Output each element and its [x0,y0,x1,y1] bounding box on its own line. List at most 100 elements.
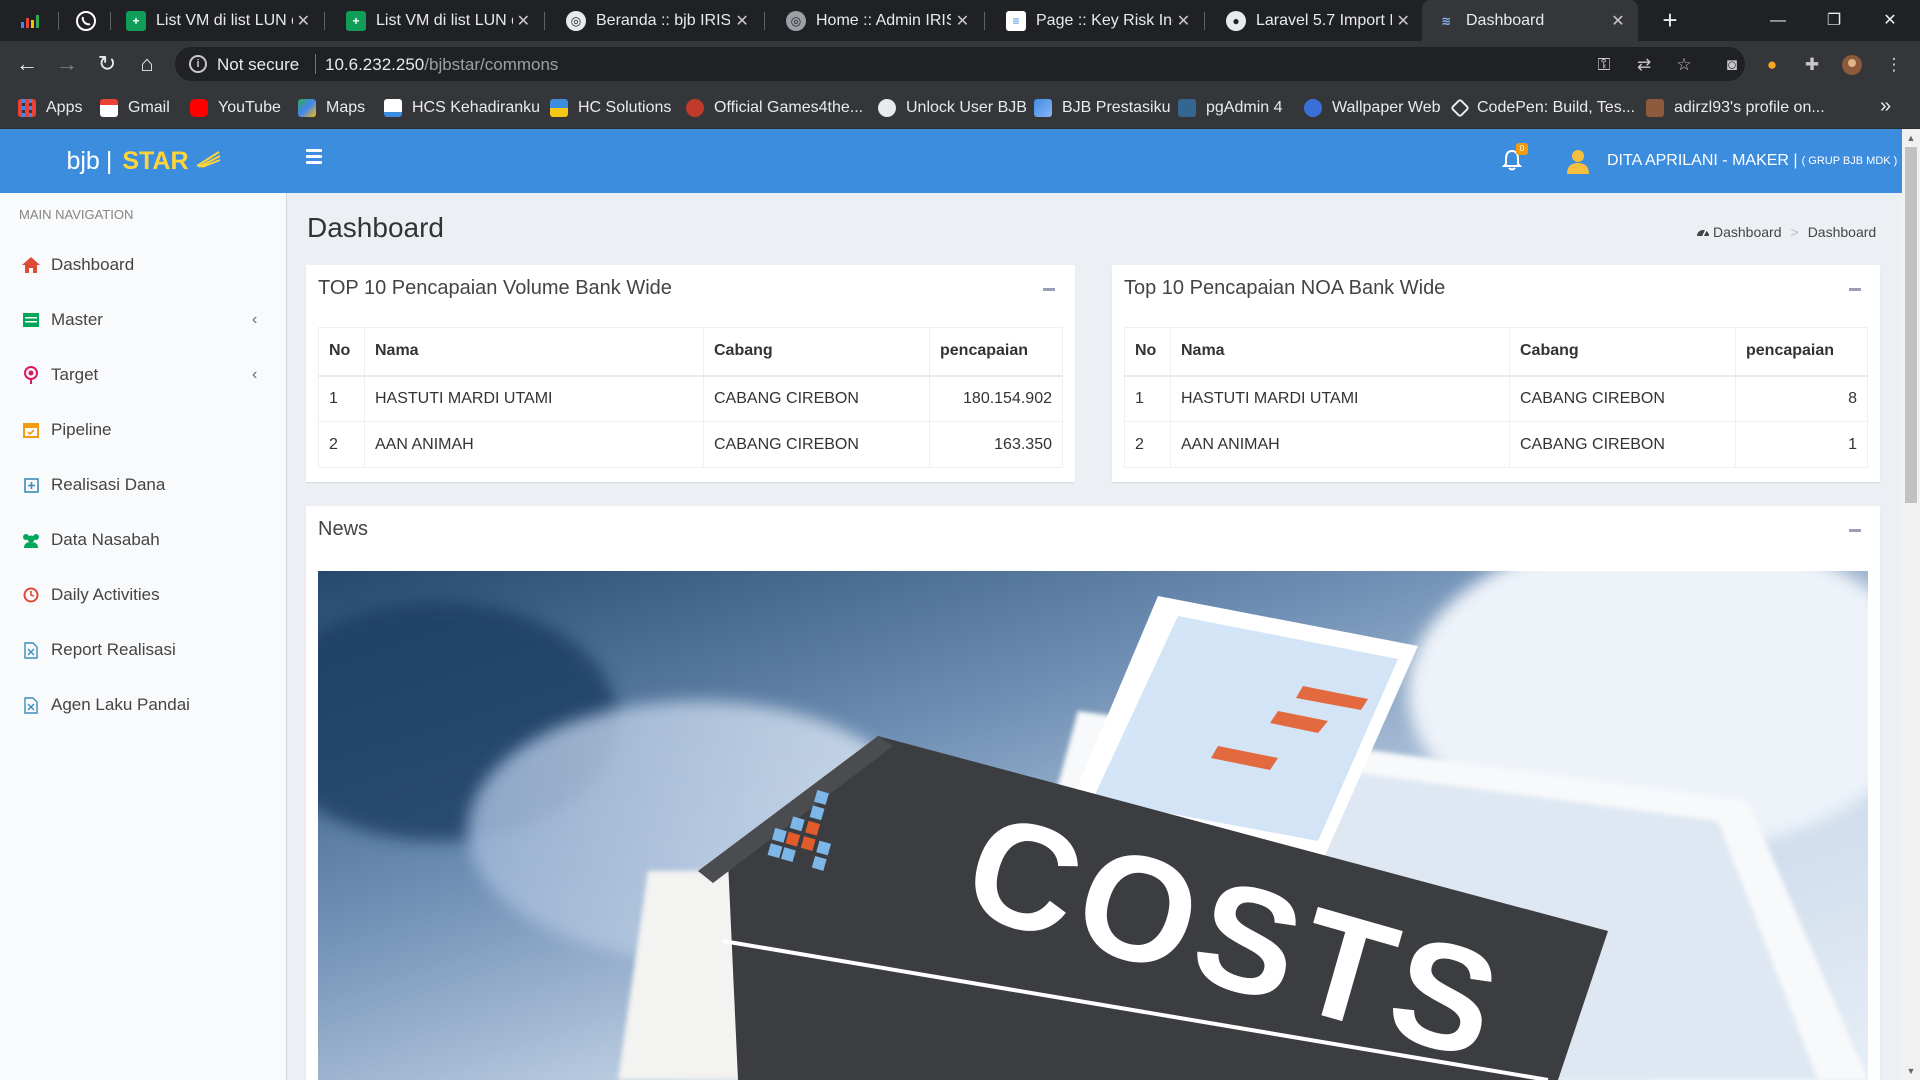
star-icon[interactable]: ☆ [1673,54,1695,76]
camera-icon[interactable]: ◙ [1721,54,1743,76]
page-title: Dashboard [307,212,444,243]
bookmarks-overflow-button[interactable]: » [1880,95,1891,118]
table-cell: 8 [1735,375,1868,422]
profile-avatar[interactable] [1841,54,1863,76]
noa-table: No Nama Cabang pencapaian 1 HASTUTI MARD… [1124,327,1868,468]
menu-icon[interactable]: ⋮ [1883,54,1905,76]
sidebar-item-label: Pipeline [51,420,112,439]
chevron-left-icon: ‹ [252,311,258,328]
close-icon[interactable]: ✕ [1606,11,1630,31]
bookmark-label: YouTube [218,99,281,116]
app-logo[interactable]: bjb | STAR [0,129,287,193]
collapse-box-button[interactable] [1849,529,1861,532]
user-name: DITA APRILANI - MAKER | [1607,152,1798,169]
new-tab-button[interactable]: + [1655,6,1685,36]
table-cell: HASTUTI MARDI UTAMI [364,375,704,422]
scrollbar-thumb[interactable] [1905,147,1917,503]
close-icon[interactable]: ✕ [1392,11,1414,31]
forward-button[interactable]: → [52,49,82,79]
close-icon[interactable]: ✕ [1173,11,1194,31]
bookmark-games4the[interactable]: Official Games4the... [686,97,863,119]
notifications-button[interactable]: 0 [1501,143,1528,173]
bookmark-unlock-user[interactable]: Unlock User BJB [878,97,1027,119]
sidebar-item-data-nasabah[interactable]: Data Nasabah [0,520,286,560]
scroll-up-icon[interactable]: ▲ [1906,133,1916,143]
user-group: ( GRUP BJB MDK ) [1801,155,1898,167]
scroll-down-icon[interactable]: ▼ [1906,1066,1916,1076]
breadcrumb-link[interactable]: Dashboard [1713,224,1782,240]
tab-key-risk[interactable]: ≡ Page :: Key Risk Indik ✕ [992,0,1202,41]
apps-grid-icon [18,99,36,117]
close-icon[interactable]: ✕ [730,11,754,31]
table-cell: CABANG CIREBON [703,421,930,468]
bookmark-apps[interactable]: Apps [18,97,82,119]
tab-title: Page :: Key Risk Indik [1036,11,1173,29]
sidebar-item-pipeline[interactable]: Pipeline [0,410,286,450]
chevron-left-icon: ‹ [252,366,258,383]
bookmark-hcs-kehadiranku[interactable]: HCS Kehadiranku [384,97,540,119]
bookmark-maps[interactable]: Maps [298,97,365,119]
sidebar-item-daily-activities[interactable]: Daily Activities [0,575,286,615]
bookmark-bjb-prestasiku[interactable]: BJB Prestasiku [1034,97,1170,119]
file-excel-icon [21,640,41,660]
tab-beranda-iris[interactable]: ◎ Beranda :: bjb IRIS ✕ [552,0,762,41]
pinned-tab-chart[interactable] [6,0,54,41]
sidebar-item-dashboard[interactable]: Dashboard [0,245,286,285]
collapse-box-button[interactable] [1043,288,1055,291]
tab-title: List VM di list LUN da [156,11,293,29]
close-icon[interactable]: ✕ [951,11,974,31]
calendar-icon [21,420,41,440]
table-icon [21,310,41,330]
restore-button[interactable]: ❐ [1806,0,1862,41]
tab-list-vm-1[interactable]: + List VM di list LUN da ✕ [112,0,322,41]
sidebar-item-master[interactable]: Master ‹ [0,300,286,340]
sidebar-item-report-realisasi[interactable]: Report Realisasi [0,630,286,670]
user-menu[interactable]: DITA APRILANI - MAKER | ( GRUP BJB MDK ) [1565,147,1897,175]
extensions-icon[interactable]: ✚ [1801,54,1823,76]
info-icon[interactable]: i [189,55,207,73]
page-scrollbar[interactable]: ▲ ▼ [1902,129,1920,1080]
bookmark-label: adirzl93's profile on... [1674,99,1825,116]
breadcrumb: Dashboard > Dashboard [1696,224,1876,240]
key-icon[interactable]: ⚿ [1593,54,1615,76]
sidebar-toggle-button[interactable] [306,149,322,173]
news-image[interactable]: COSTS [318,571,1868,1080]
sidebar-item-agen-laku-pandai[interactable]: Agen Laku Pandai [0,685,286,725]
home-button[interactable]: ⌂ [132,49,162,79]
bookmark-gmail[interactable]: Gmail [100,97,170,119]
tab-admin-iris[interactable]: ◎ Home :: Admin IRIS ✕ [772,0,982,41]
logo-star: STAR [122,146,189,175]
bookmark-youtube[interactable]: YouTube [190,97,281,119]
tab-title: Home :: Admin IRIS [816,11,951,29]
cookie-icon[interactable]: ● [1761,54,1783,76]
reload-button[interactable]: ↻ [92,49,122,79]
sidebar-item-target[interactable]: Target ‹ [0,355,286,395]
back-button[interactable]: ← [12,49,42,79]
tab-list-vm-2[interactable]: + List VM di list LUN da ✕ [332,0,542,41]
globe-favicon-icon: ◎ [566,10,586,31]
close-icon[interactable]: ✕ [293,11,314,31]
tab-dashboard-active[interactable]: ≋ Dashboard ✕ [1422,0,1638,41]
table-cell: 2 [318,421,365,468]
table-cell: HASTUTI MARDI UTAMI [1170,375,1510,422]
table-header-row: No Nama Cabang pencapaian [1124,327,1868,377]
minimize-button[interactable]: — [1750,0,1806,41]
bookmark-adirzl93[interactable]: adirzl93's profile on... [1646,97,1825,119]
bookmark-pgadmin[interactable]: pgAdmin 4 [1178,97,1283,119]
bookmark-hc-solutions[interactable]: HC Solutions [550,97,671,119]
sidebar-item-realisasi-dana[interactable]: Realisasi Dana [0,465,286,505]
bookmark-label: CodePen: Build, Tes... [1477,99,1636,116]
logo-wing-icon [195,148,221,174]
close-icon[interactable]: ✕ [513,11,534,31]
bookmark-codepen[interactable]: CodePen: Build, Tes... [1450,97,1636,119]
browser-tab-bar: + List VM di list LUN da ✕ + List VM di … [0,0,1920,41]
address-bar[interactable]: i Not secure 10.6.232.250/bjbstar/common… [175,47,1745,81]
pinned-tab-whatsapp[interactable] [62,0,110,41]
window-close-button[interactable]: ✕ [1862,0,1918,41]
url-text[interactable]: 10.6.232.250/bjbstar/commons [325,55,558,75]
collapse-box-button[interactable] [1849,288,1861,291]
bookmark-wallpaper-web[interactable]: Wallpaper Web [1304,97,1441,119]
bookmark-label: Gmail [128,99,170,116]
tab-laravel-import[interactable]: ● Laravel 5.7 Import Ex ✕ [1212,0,1422,41]
translate-icon[interactable]: ⇄ [1633,54,1655,76]
